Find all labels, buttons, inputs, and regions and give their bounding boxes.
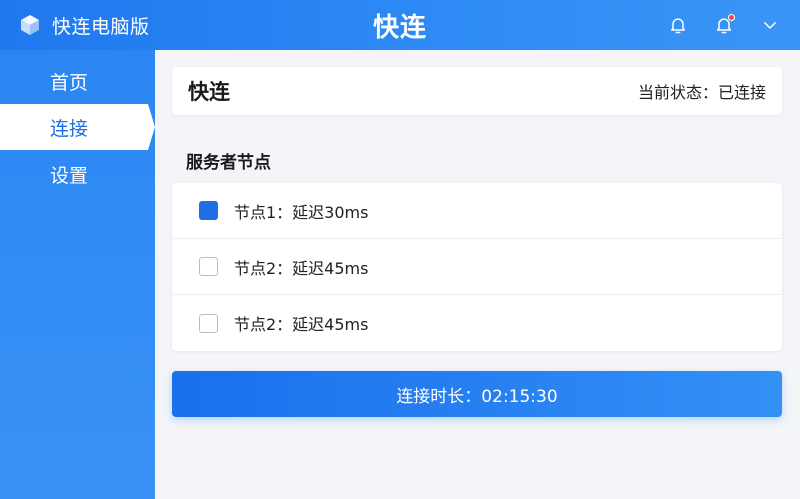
node-checkbox[interactable] (199, 313, 218, 333)
node-item-2[interactable]: 节点2：延迟45ms (172, 239, 782, 295)
brand: 快连电脑版 (18, 0, 150, 50)
sidebar-item-settings[interactable]: 设置 (0, 151, 155, 197)
bell-button[interactable] (666, 13, 690, 37)
node-label: 节点1：延迟30ms (234, 202, 369, 222)
node-label: 节点2：延迟45ms (234, 315, 369, 334)
account-menu-button[interactable] (758, 13, 782, 37)
node-item-1[interactable]: 节点1：延迟30ms (172, 183, 782, 239)
node-label: 节点2：延迟45ms (234, 258, 369, 278)
notifications-button[interactable] (712, 13, 736, 37)
sidebar-item-connect[interactable]: 连接 (0, 104, 155, 150)
connection-status: 当前状态：已连接 (637, 83, 766, 102)
header-card: 快连 当前状态：已连接 (172, 67, 782, 115)
sidebar-item-label: 首页 (50, 71, 89, 94)
node-checkbox[interactable] (199, 201, 218, 220)
window-title: 快连 (372, 12, 427, 43)
sidebar: 首页 连接 设置 (0, 50, 155, 499)
bell-icon (671, 18, 685, 34)
notification-dot (728, 14, 735, 21)
brand-name: 快连电脑版 (52, 15, 150, 38)
node-item-3[interactable]: 节点2：延迟45ms (172, 295, 782, 351)
section-title: 服务者节点 (186, 153, 271, 173)
chevron-down-icon (764, 22, 776, 29)
node-checkbox[interactable] (199, 257, 218, 276)
top-actions (666, 0, 782, 50)
connection-duration-button[interactable]: 连接时长：02:15:30 (172, 371, 782, 417)
duration-label: 连接时长：02:15:30 (396, 386, 558, 407)
sidebar-item-label: 连接 (50, 117, 89, 140)
top-bar: 快连电脑版 快连 (0, 0, 800, 50)
page-title: 快连 (188, 80, 230, 104)
main-content: 快连 当前状态：已连接 服务者节点 节点1：延迟30ms 节点2：延迟45ms … (155, 50, 800, 499)
cube-logo-icon (21, 15, 39, 35)
sidebar-item-home[interactable]: 首页 (0, 58, 155, 104)
sidebar-item-label: 设置 (50, 164, 89, 187)
app-window: 快连电脑版 快连 首页 连接 设置 快连 当前状态：已连接 服务者节点 节点1：… (0, 0, 800, 499)
node-list: 节点1：延迟30ms 节点2：延迟45ms 节点2：延迟45ms (172, 183, 782, 351)
